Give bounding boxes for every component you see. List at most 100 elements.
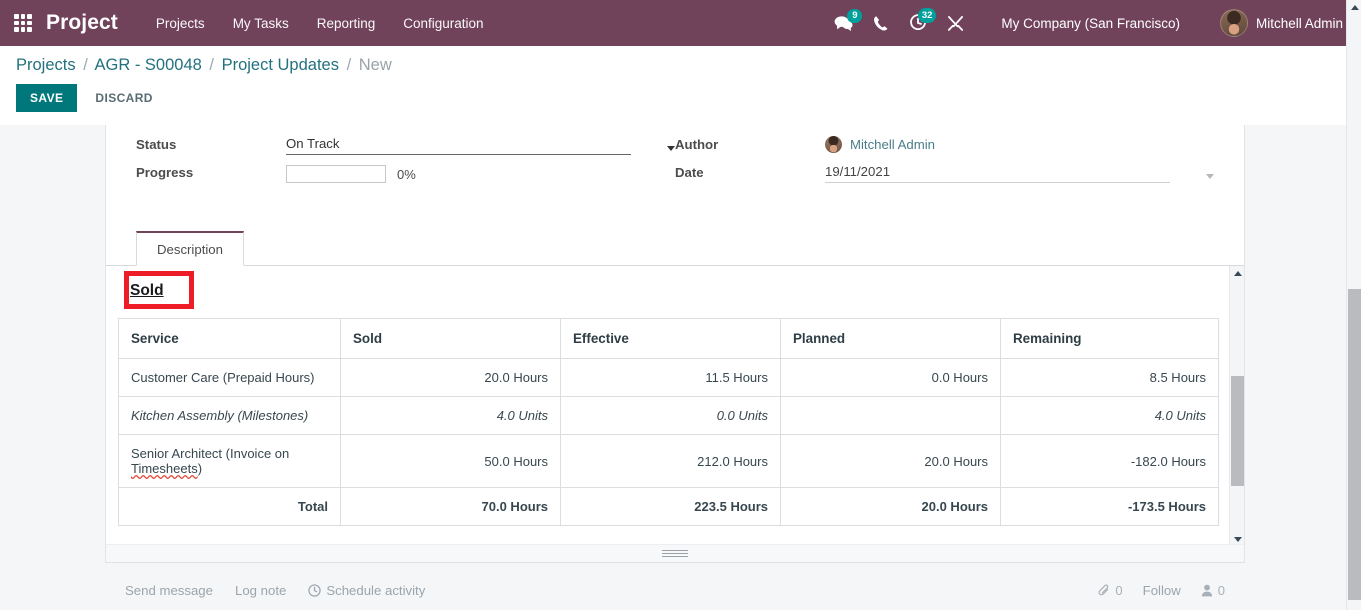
cell-remaining: -182.0 Hours [1001,435,1219,488]
app-brand-project[interactable]: Project [46,11,118,35]
field-progress: Progress 0% [136,155,675,183]
field-value-status [286,135,675,155]
column-header-remaining: Remaining [1001,319,1219,359]
cell-planned: 0.0 Hours [781,359,1001,397]
cell-planned [781,397,1001,435]
table-row: Kitchen Assembly (Milestones) 4.0 Units … [119,397,1219,435]
chatter-actions: Send message Log note Schedule activity [125,583,425,598]
cell-remaining: 4.0 Units [1001,397,1219,435]
cell-service-text-part1: Senior Architect (Invoice on [131,446,289,461]
follower-count-label: 0 [1218,583,1225,598]
followers-count[interactable]: 0 [1201,583,1225,598]
cell-effective: 212.0 Hours [561,435,781,488]
breadcrumb-item-project-updates[interactable]: Project Updates [222,56,339,74]
paperclip-icon [1098,584,1110,597]
form-group-right: Author Mitchell Admin Date [675,127,1214,183]
author-name[interactable]: Mitchell Admin [850,137,935,153]
schedule-activity-button[interactable]: Schedule activity [308,583,425,598]
breadcrumb-separator: / [347,56,352,74]
breadcrumb-item-order[interactable]: AGR - S00048 [94,56,201,74]
cell-service: Customer Care (Prepaid Hours) [119,359,341,397]
tools-wrench-icon[interactable] [938,11,973,36]
save-button[interactable]: SAVE [16,84,77,112]
control-panel: Projects / AGR - S00048 / Project Update… [0,46,1361,125]
cell-planned: 20.0 Hours [781,435,1001,488]
notebook-tab-bar: Description [106,231,1244,266]
cell-effective: 11.5 Hours [561,359,781,397]
form-field-groups: Status Progress 0% [136,125,1214,183]
description-html-field[interactable]: Sold Service Sold Effective Planned [106,266,1244,547]
description-resize-handle[interactable] [106,544,1244,562]
control-panel-buttons: SAVE DISCARD [16,84,1345,112]
form-group-left: Status Progress 0% [136,127,675,183]
cell-remaining: 8.5 Hours [1001,359,1219,397]
table-header-row: Service Sold Effective Planned Remaining [119,319,1219,359]
field-label-status: Status [136,137,286,155]
field-label-progress: Progress [136,165,286,183]
main-menu: Projects My Tasks Reporting Configuratio… [142,10,498,37]
clock-icon [308,584,321,597]
resize-grip-icon [662,550,688,558]
field-value-progress: 0% [286,165,675,183]
cell-sold: 20.0 Hours [341,359,561,397]
field-value-author: Mitchell Admin [825,136,1214,155]
menu-item-configuration[interactable]: Configuration [389,10,497,37]
cell-total-sold: 70.0 Hours [341,488,561,526]
user-menu[interactable]: Mitchell Admin [1210,5,1349,41]
avatar [825,136,842,153]
column-header-effective: Effective [561,319,781,359]
page-scrollbar[interactable] [1346,0,1361,610]
messages-icon[interactable]: 9 [825,11,862,36]
phone-icon[interactable] [864,11,898,36]
cell-service-text-part2: ) [198,461,202,476]
chatter-stats: 0 Follow 0 [1098,583,1225,598]
field-date: Date [675,155,1214,183]
send-message-button[interactable]: Send message [125,583,213,598]
cell-sold: 50.0 Hours [341,435,561,488]
cell-total-remaining: -173.5 Hours [1001,488,1219,526]
sold-services-table: Service Sold Effective Planned Remaining… [118,318,1219,526]
menu-item-projects[interactable]: Projects [142,10,219,37]
page-scroll-up-arrow-icon[interactable] [1347,0,1361,15]
chevron-down-icon[interactable] [1206,174,1214,179]
progress-percent: 0% [397,167,416,182]
cell-service: Senior Architect (Invoice on Timesheets) [119,435,341,488]
tab-description[interactable]: Description [136,231,244,266]
field-author: Author Mitchell Admin [675,127,1214,155]
status-select[interactable] [286,135,631,155]
top-navbar: Project Projects My Tasks Reporting Conf… [0,0,1361,46]
table-body: Customer Care (Prepaid Hours) 20.0 Hours… [119,359,1219,526]
table-row: Customer Care (Prepaid Hours) 20.0 Hours… [119,359,1219,397]
form-inner: Status Progress 0% [106,125,1244,547]
company-switcher[interactable]: My Company (San Francisco) [989,10,1192,37]
chatter: Send message Log note Schedule activity … [105,573,1245,598]
column-header-service: Service [119,319,341,359]
form-sheet: Status Progress 0% [105,125,1245,563]
menu-item-my-tasks[interactable]: My Tasks [219,10,303,37]
chevron-down-icon[interactable] [667,146,675,151]
progress-input[interactable] [286,165,386,183]
activities-badge: 32 [918,8,937,23]
activity-clock-icon[interactable]: 32 [900,10,936,36]
field-label-author: Author [675,137,825,155]
cell-effective: 0.0 Units [561,397,781,435]
column-header-planned: Planned [781,319,1001,359]
breadcrumb-item-projects[interactable]: Projects [16,56,76,74]
apps-grid-icon[interactable] [10,10,36,36]
sold-heading: Sold [130,282,164,300]
cell-total-planned: 20.0 Hours [781,488,1001,526]
page-scrollbar-thumb[interactable] [1348,289,1361,600]
log-note-button[interactable]: Log note [235,583,286,598]
description-scrollbar[interactable] [1229,266,1244,547]
menu-item-reporting[interactable]: Reporting [303,10,390,37]
scrollbar-thumb[interactable] [1231,376,1244,486]
column-header-sold: Sold [341,319,561,359]
follow-button[interactable]: Follow [1143,583,1181,598]
scroll-up-arrow-icon[interactable] [1230,266,1245,281]
attachments-count[interactable]: 0 [1098,583,1122,598]
discard-button[interactable]: DISCARD [83,84,164,112]
attachment-count-label: 0 [1115,583,1122,598]
description-content[interactable]: Sold Service Sold Effective Planned [106,282,1244,526]
messages-badge: 9 [847,9,862,24]
date-input[interactable] [825,163,1170,183]
